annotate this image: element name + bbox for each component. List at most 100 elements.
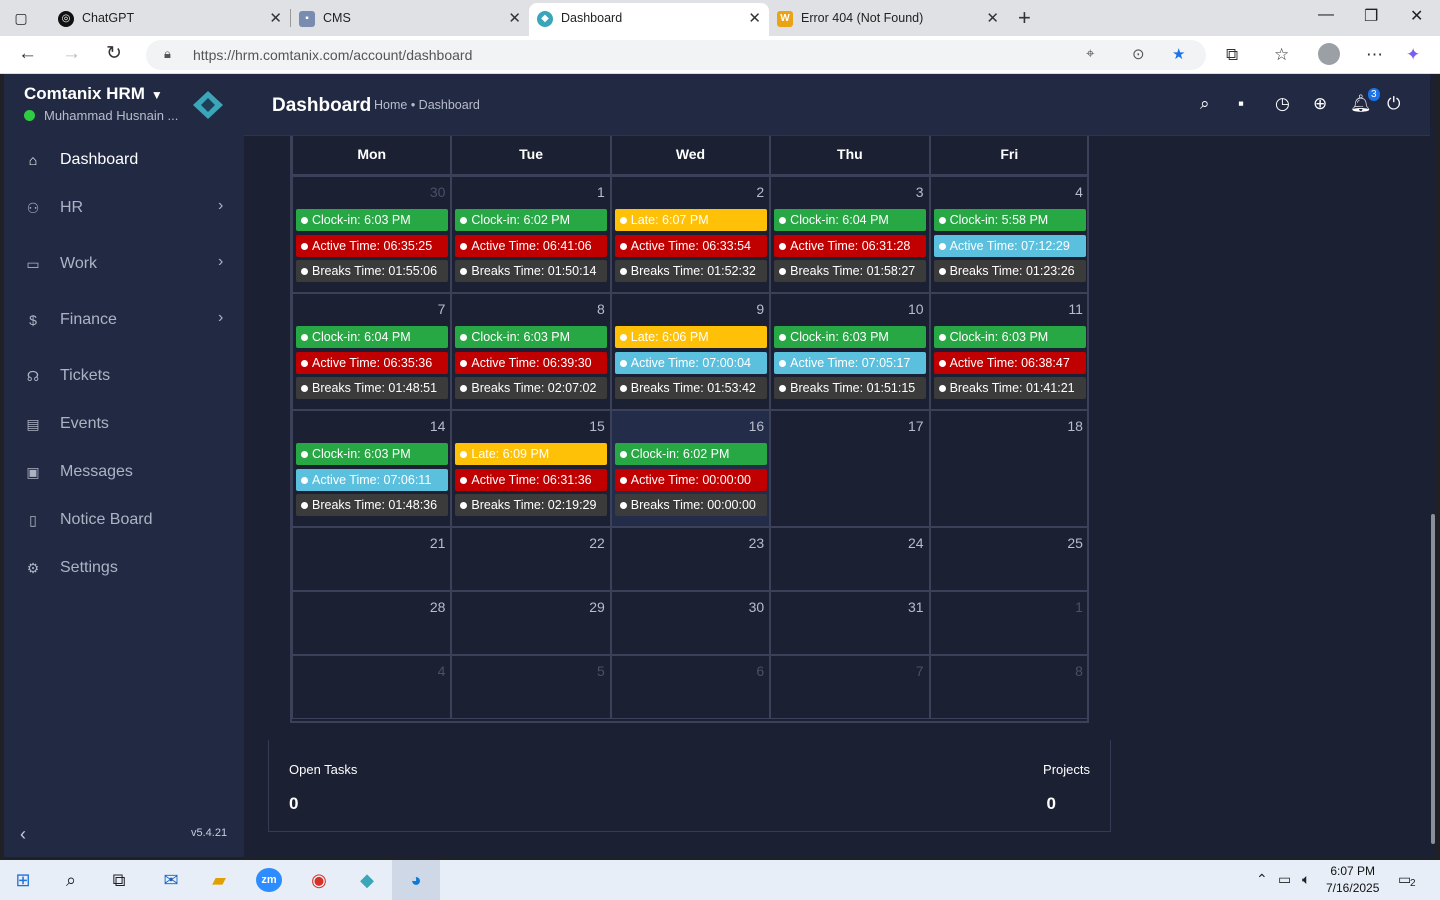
back-icon[interactable]: ← <box>18 44 37 64</box>
attendance-event[interactable]: Clock-in: 6:04 PM <box>774 209 927 231</box>
attendance-event[interactable]: Clock-in: 6:03 PM <box>296 209 448 231</box>
attendance-event[interactable]: Clock-in: 5:58 PM <box>933 209 1086 231</box>
calendar-day[interactable]: 10 Clock-in: 6:03 PM Active Time: 07:05:17… <box>770 293 930 410</box>
calendar-day[interactable]: 7 Clock-in: 6:04 PM Active Time: 06:35:36 B… <box>292 293 452 410</box>
day-number[interactable]: 30 <box>749 599 765 615</box>
attendance-event[interactable]: Late: 6:06 PM <box>614 326 767 348</box>
sidebar-item-events[interactable]: ▤ Events <box>4 403 244 447</box>
calendar-day[interactable]: 31 <box>770 591 930 655</box>
comtanix-app-icon[interactable]: ◆ <box>354 868 380 892</box>
chrome-icon[interactable]: ◉ <box>306 868 332 892</box>
calendar-day[interactable]: 1 Clock-in: 6:02 PM Active Time: 06:41:06 B… <box>451 176 611 293</box>
calendar-day[interactable]: 15 Late: 6:09 PM Active Time: 06:31:36 Brea… <box>451 410 611 527</box>
attendance-event[interactable]: Late: 6:07 PM <box>614 209 767 231</box>
sidebar-item-notice-board[interactable]: ▯ Notice Board <box>4 499 244 543</box>
calendar-day[interactable]: 23 <box>610 527 771 591</box>
calendar-day[interactable]: 7 <box>770 655 930 719</box>
attendance-event[interactable]: Clock-in: 6:03 PM <box>455 326 608 348</box>
calendar-day[interactable]: 25 <box>929 527 1089 591</box>
tab-error-404[interactable]: W Error 404 (Not Found) ✕ <box>769 3 1007 36</box>
attendance-event[interactable]: Breaks Time: 01:55:06 <box>296 260 448 282</box>
search-icon[interactable]: ⌕ <box>58 868 84 892</box>
attendance-event[interactable]: Breaks Time: 01:41:21 <box>933 377 1086 399</box>
day-number[interactable]: 2 <box>756 184 764 200</box>
windows-start-icon[interactable]: ⊞ <box>10 868 36 892</box>
calendar-day[interactable]: 30 <box>610 591 771 655</box>
favorite-star-icon[interactable]: ★ <box>1172 45 1185 63</box>
sidebar-item-work[interactable]: ▭ Work › <box>4 243 244 287</box>
attendance-event[interactable]: Active Time: 06:33:54 <box>614 234 767 257</box>
sidebar-item-dashboard[interactable]: ⌂ Dashboard <box>4 139 244 183</box>
day-number[interactable]: 23 <box>749 535 765 551</box>
calendar-day[interactable]: 22 <box>451 527 611 591</box>
calendar-day[interactable]: 5 <box>451 655 611 719</box>
extensions-icon[interactable]: ⧉ <box>1226 45 1238 65</box>
add-icon[interactable]: ⊕ <box>1313 94 1327 114</box>
close-icon[interactable]: ✕ <box>986 9 999 27</box>
day-number[interactable]: 4 <box>1075 184 1083 200</box>
day-number[interactable]: 14 <box>430 418 446 434</box>
calendar-day[interactable]: 14 Clock-in: 6:03 PM Active Time: 07:06:11… <box>292 410 452 527</box>
minimize-icon[interactable]: — <box>1318 6 1334 24</box>
sidebar-item-settings[interactable]: ⚙ Settings <box>4 547 244 591</box>
attendance-event[interactable]: Active Time: 06:35:25 <box>296 234 448 257</box>
favorites-icon[interactable]: ☆ <box>1274 45 1289 65</box>
attendance-event[interactable]: Breaks Time: 01:48:51 <box>296 377 448 399</box>
day-number[interactable]: 9 <box>756 301 764 317</box>
lock-icon[interactable]: 🔒︎ <box>164 46 171 62</box>
sidebar-item-tickets[interactable]: ☊ Tickets <box>4 355 244 399</box>
zoom-icon[interactable]: zm <box>256 868 282 892</box>
attendance-event[interactable]: Breaks Time: 01:51:15 <box>774 377 927 399</box>
attendance-event[interactable]: Clock-in: 6:02 PM <box>455 209 608 231</box>
network-icon[interactable]: ▭ <box>1278 871 1291 888</box>
attendance-event[interactable]: Breaks Time: 01:53:42 <box>614 377 767 399</box>
collapse-sidebar-icon[interactable]: ‹ <box>20 824 26 845</box>
day-number[interactable]: 11 <box>1068 301 1083 317</box>
close-icon[interactable]: ✕ <box>269 9 282 27</box>
attendance-event[interactable]: Breaks Time: 01:52:32 <box>614 260 767 282</box>
attendance-event[interactable]: Breaks Time: 02:07:02 <box>455 377 608 399</box>
attendance-event[interactable]: Active Time: 07:12:29 <box>933 234 1086 257</box>
close-icon[interactable]: ✕ <box>748 9 761 27</box>
day-number[interactable]: 17 <box>908 418 924 434</box>
attendance-event[interactable]: Active Time: 06:38:47 <box>933 351 1086 374</box>
day-number[interactable]: 3 <box>916 184 924 200</box>
day-number[interactable]: 7 <box>916 663 924 679</box>
attendance-event[interactable]: Active Time: 06:41:06 <box>455 234 608 257</box>
close-window-icon[interactable]: ✕ <box>1410 6 1423 26</box>
search-icon[interactable]: ⌕ <box>1200 94 1210 114</box>
attendance-event[interactable]: Active Time: 00:00:00 <box>614 468 767 491</box>
attendance-event[interactable]: Breaks Time: 01:23:26 <box>933 260 1086 282</box>
calendar-day[interactable]: 4 <box>292 655 452 719</box>
day-number[interactable]: 25 <box>1067 535 1083 551</box>
calendar-day[interactable]: 8 <box>929 655 1089 719</box>
tab-dashboard[interactable]: ◆ Dashboard ✕ <box>529 3 769 36</box>
sidebar-item-hr[interactable]: ⚇ HR › <box>4 187 244 231</box>
breadcrumb[interactable]: Home • Dashboard <box>374 98 480 112</box>
day-number[interactable]: 24 <box>908 535 924 551</box>
attendance-event[interactable]: Breaks Time: 01:48:36 <box>296 494 448 516</box>
volume-muted-icon[interactable]: 🔈︎ <box>1302 871 1310 888</box>
day-number[interactable]: 1 <box>1075 599 1083 615</box>
calendar-day[interactable]: 18 <box>929 410 1089 527</box>
close-icon[interactable]: ✕ <box>508 9 521 27</box>
system-clock[interactable]: 6:07 PM 7/16/2025 <box>1326 863 1379 897</box>
attendance-event[interactable]: Breaks Time: 01:58:27 <box>774 260 927 282</box>
attendance-event[interactable]: Clock-in: 6:04 PM <box>296 326 448 348</box>
restore-icon[interactable]: ❐ <box>1364 6 1378 26</box>
day-number[interactable]: 28 <box>430 599 446 615</box>
calendar-day[interactable]: 16 Clock-in: 6:02 PM Active Time: 00:00:00… <box>610 410 771 527</box>
scrollbar-thumb[interactable] <box>1431 514 1435 844</box>
day-number[interactable]: 15 <box>589 418 605 434</box>
projects-value[interactable]: 0 <box>1047 794 1056 814</box>
day-number[interactable]: 31 <box>908 599 924 615</box>
day-number[interactable]: 30 <box>430 184 446 200</box>
day-number[interactable]: 21 <box>430 535 446 551</box>
attendance-event[interactable]: Clock-in: 6:03 PM <box>296 443 448 465</box>
calendar-day[interactable]: 11 Clock-in: 6:03 PM Active Time: 06:38:47… <box>929 293 1089 410</box>
attendance-event[interactable]: Breaks Time: 01:50:14 <box>455 260 608 282</box>
attendance-event[interactable]: Active Time: 07:06:11 <box>296 468 448 491</box>
day-number[interactable]: 22 <box>589 535 605 551</box>
calendar-day[interactable]: 17 <box>770 410 930 527</box>
profile-avatar[interactable] <box>1318 43 1340 65</box>
